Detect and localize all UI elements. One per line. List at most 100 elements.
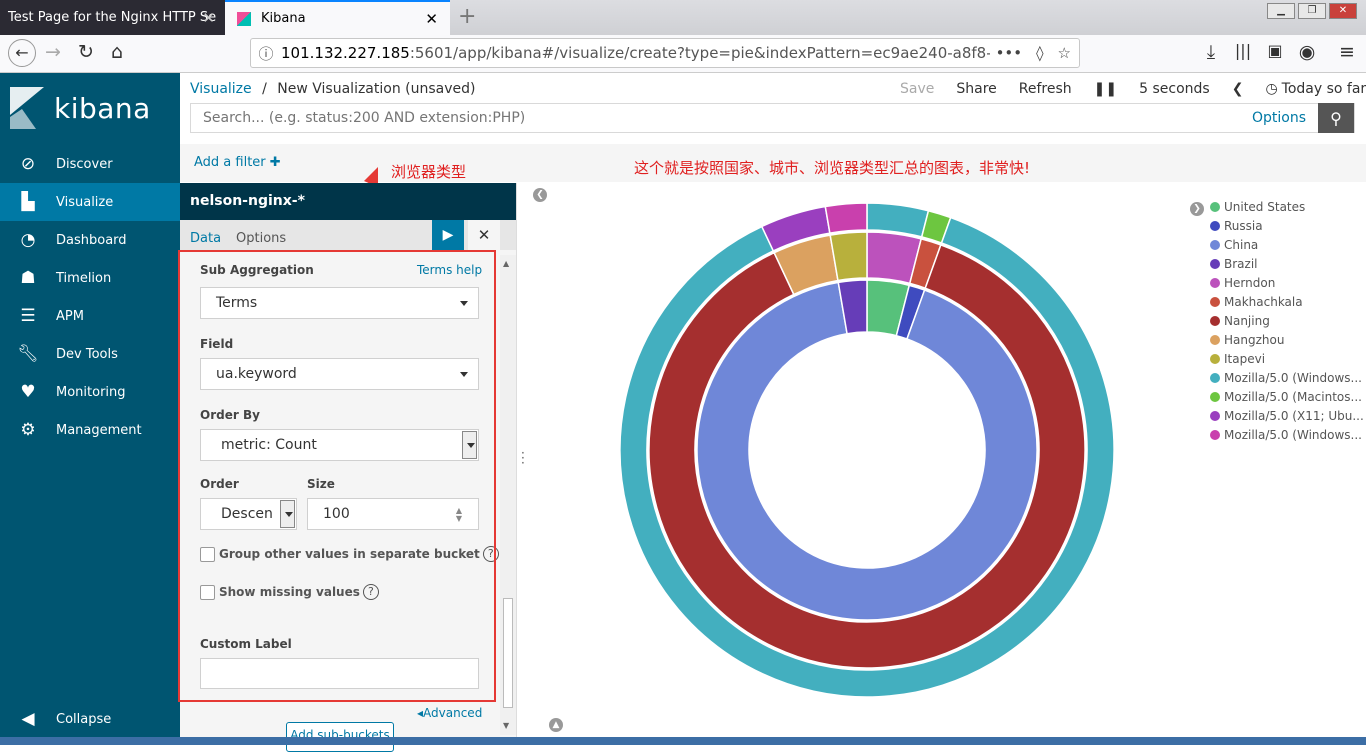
search-icon[interactable]: ⚲ xyxy=(1318,103,1354,133)
options-button[interactable]: Options xyxy=(1252,110,1306,126)
sidebar-item-discover[interactable]: ⊘ Discover xyxy=(0,145,180,183)
pause-icon[interactable]: ❚❚ xyxy=(1094,81,1117,97)
panel-resizer[interactable]: · · · xyxy=(516,183,530,745)
custom-label-input[interactable] xyxy=(200,658,479,689)
restore-icon[interactable]: ❐ xyxy=(1298,3,1326,19)
home-icon[interactable]: ⌂ xyxy=(104,41,130,63)
browser-tab-kibana[interactable]: Kibana ✕ xyxy=(225,0,450,35)
help-icon[interactable]: ? xyxy=(482,546,499,562)
chevron-down-icon xyxy=(460,372,468,377)
editor-scrollbar[interactable]: ▲ ▼ xyxy=(500,255,516,735)
checkbox-box[interactable] xyxy=(200,546,215,562)
pocket-icon[interactable]: ◊ xyxy=(1036,44,1043,62)
refresh-button[interactable]: Refresh xyxy=(1019,81,1072,97)
help-icon[interactable]: ? xyxy=(362,584,379,600)
apply-play-icon[interactable]: ▶ xyxy=(432,220,464,250)
legend-item[interactable]: Mozilla/5.0 (Windows... xyxy=(1210,371,1362,385)
legend-item[interactable]: Nanjing xyxy=(1210,314,1270,328)
time-picker-button[interactable]: Today so far xyxy=(1282,81,1366,97)
back-icon[interactable]: ← xyxy=(8,39,36,67)
order-label: Order xyxy=(200,477,239,491)
sidebar-item-visualize[interactable]: ▙ Visualize xyxy=(0,183,180,221)
account-icon[interactable]: ◉ xyxy=(1294,41,1320,63)
tab-options[interactable]: Options xyxy=(236,231,286,246)
download-icon[interactable]: ⤓ xyxy=(1198,41,1224,63)
url-bar[interactable]: ⓘ 101.132.227.185 :5601/app/kibana#/visu… xyxy=(250,38,1080,68)
sidebar-item-monitoring[interactable]: ♥ Monitoring xyxy=(0,373,180,411)
save-button[interactable]: Save xyxy=(900,81,934,97)
legend-item[interactable]: Russia xyxy=(1210,219,1263,233)
order-by-select[interactable]: metric: Count xyxy=(200,429,479,461)
legend-item[interactable]: Makhachkala xyxy=(1210,295,1303,309)
scroll-down-icon[interactable]: ▼ xyxy=(503,721,509,730)
legend-item[interactable]: Mozilla/5.0 (X11; Ubu... xyxy=(1210,409,1364,423)
legend-item[interactable]: Hangzhou xyxy=(1210,333,1284,347)
terms-help-link[interactable]: Terms help xyxy=(417,263,482,277)
breadcrumb-visualize[interactable]: Visualize xyxy=(190,81,252,97)
minimize-icon[interactable]: ▁ xyxy=(1267,3,1295,19)
window-close-icon[interactable]: ✕ xyxy=(1329,3,1357,19)
add-filter-label: Add a filter xyxy=(194,155,266,170)
browser-tab-nginx[interactable]: Test Page for the Nginx HTTP Se ✕ xyxy=(0,0,225,35)
bookmark-star-icon[interactable]: ☆ xyxy=(1058,44,1071,62)
forward-icon[interactable]: → xyxy=(40,41,66,63)
share-button[interactable]: Share xyxy=(956,81,996,97)
add-filter-button[interactable]: Add a filter ✚ xyxy=(194,155,281,170)
legend-label: Makhachkala xyxy=(1224,295,1303,309)
drag-handle-icon[interactable]: · · · xyxy=(521,447,525,469)
sidebar-icon[interactable]: ▣ xyxy=(1262,41,1288,60)
legend-item[interactable]: Itapevi xyxy=(1210,352,1265,366)
custom-label-label: Custom Label xyxy=(200,637,292,651)
reload-icon[interactable]: ↻ xyxy=(73,41,99,63)
sidebar-item-timelion[interactable]: ☗ Timelion xyxy=(0,259,180,297)
close-icon[interactable]: ✕ xyxy=(468,220,500,250)
editor-tabs: Data Options ▶ ✕ xyxy=(180,220,516,250)
legend-item[interactable]: United States xyxy=(1210,200,1305,214)
refresh-interval-button[interactable]: 5 seconds xyxy=(1139,81,1210,97)
group-other-label: Group other values in separate bucket xyxy=(219,547,480,561)
close-icon[interactable]: ✕ xyxy=(202,9,215,27)
advanced-toggle[interactable]: ◂Advanced xyxy=(417,706,482,720)
legend-item[interactable]: Herndon xyxy=(1210,276,1275,290)
pie-slice-mozilla-5-0-windows[interactable] xyxy=(824,202,868,235)
search-input[interactable] xyxy=(191,104,1252,132)
new-tab-icon[interactable]: + xyxy=(458,4,476,29)
close-icon[interactable]: ✕ xyxy=(425,10,438,28)
sidebar-item-apm[interactable]: ☰ APM xyxy=(0,297,180,335)
aggregation-select[interactable]: Terms xyxy=(200,287,479,319)
library-icon[interactable]: ||| xyxy=(1230,41,1256,60)
show-missing-checkbox[interactable]: Show missing values ? xyxy=(200,584,379,600)
scroll-thumb[interactable] xyxy=(503,598,513,708)
chevron-left-icon[interactable]: ❮ xyxy=(1232,81,1244,97)
legend-item[interactable]: Mozilla/5.0 (Windows... xyxy=(1210,428,1362,442)
group-other-checkbox[interactable]: Group other values in separate bucket ? xyxy=(200,546,499,562)
menu-icon[interactable]: ≡ xyxy=(1334,41,1360,63)
tab-data[interactable]: Data xyxy=(190,231,221,246)
field-select[interactable]: ua.keyword xyxy=(200,358,479,390)
pie-slice-china[interactable] xyxy=(696,281,1038,621)
sidebar-collapse[interactable]: ◀ Collapse xyxy=(0,700,180,738)
legend-item[interactable]: Brazil xyxy=(1210,257,1258,271)
size-input[interactable]: 100 ▲ ▼ xyxy=(307,498,479,530)
chevron-down-icon xyxy=(460,301,468,306)
checkbox-box[interactable] xyxy=(200,584,215,600)
order-select[interactable]: Descen xyxy=(200,498,297,530)
kibana-logo[interactable]: kibana xyxy=(10,87,151,129)
sidebar-item-dashboard[interactable]: ◔ Dashboard xyxy=(0,221,180,259)
legend-color-icon xyxy=(1210,411,1220,421)
top-menu: Save Share Refresh ❚❚ 5 seconds ❮ ◷ Toda… xyxy=(900,81,1366,97)
sidebar-item-label: Timelion xyxy=(56,270,112,286)
field-label: Field xyxy=(200,337,234,351)
apm-icon: ☰ xyxy=(20,306,36,326)
legend-color-icon xyxy=(1210,373,1220,383)
legend-item[interactable]: Mozilla/5.0 (Macintos... xyxy=(1210,390,1362,404)
spinner-icon[interactable]: ▲ ▼ xyxy=(456,507,462,523)
info-icon[interactable]: ⓘ xyxy=(251,43,281,64)
scroll-up-icon[interactable]: ▲ xyxy=(503,259,509,268)
show-missing-label: Show missing values xyxy=(219,585,360,599)
sidebar-item-management[interactable]: ⚙ Management xyxy=(0,411,180,449)
url-path: :5601/app/kibana#/visualize/create?type=… xyxy=(409,44,1064,62)
more-actions-icon[interactable]: ••• xyxy=(996,44,1023,62)
legend-item[interactable]: China xyxy=(1210,238,1258,252)
sidebar-item-dev-tools[interactable]: 🔧︎ Dev Tools xyxy=(0,335,180,373)
